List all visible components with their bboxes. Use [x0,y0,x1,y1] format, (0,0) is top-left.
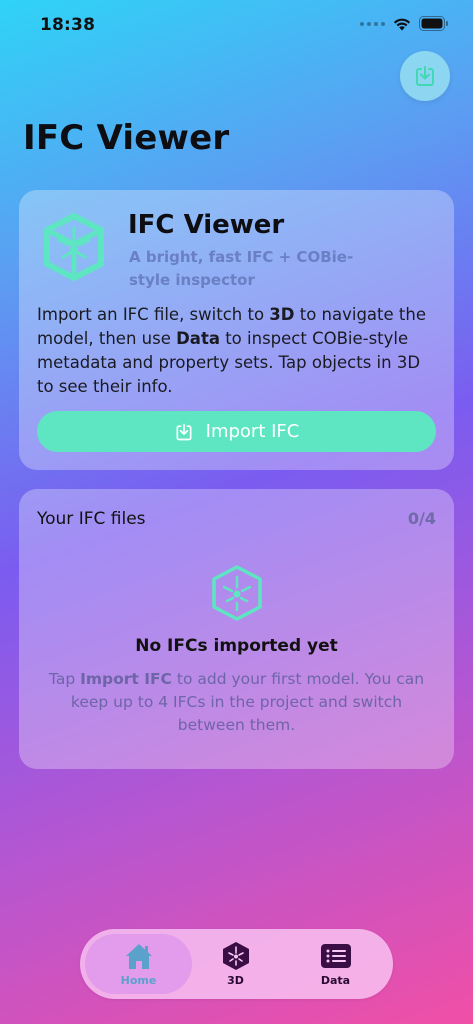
cellular-signal-icon [360,21,385,26]
download-button[interactable] [400,51,450,101]
status-time: 18:38 [40,15,96,35]
empty-state-description: Tap Import IFC to add your first model. … [48,670,425,734]
tab-data-label: Data [320,974,351,987]
tab-data[interactable]: Data [298,934,373,994]
empty-state-title: No IFCs imported yet [135,636,338,656]
battery-icon [419,16,448,31]
import-ifc-button[interactable]: Import IFC [37,411,436,452]
status-bar: 18:38 [0,0,473,54]
list-icon [320,944,351,968]
import-ifc-label: Import IFC [205,421,300,442]
tab-bar: Home 3D Data [80,929,393,999]
tab-3d[interactable]: 3D [198,934,273,994]
import-icon [176,423,192,440]
empty-cube-icon [212,565,262,621]
hero-subtitle: A bright, fast IFC + COBie-style inspect… [129,248,354,289]
hero-title: IFC Viewer [128,210,285,240]
tab-home-label: Home [120,974,157,987]
tab-home[interactable]: Home [85,934,192,994]
tab-3d-label: 3D [227,974,244,987]
house-icon [125,944,152,969]
files-card: Your IFC files 0/4 No IFCs imported yet … [19,489,454,769]
download-icon [416,66,434,86]
hero-description: Import an IFC file, switch to 3D to navi… [37,305,426,396]
hero-card: IFC Viewer A bright, fast IFC + COBie-st… [19,190,454,470]
page-title: IFC Viewer [23,118,230,158]
wifi-icon [393,18,411,30]
cube-icon [222,942,249,970]
ifc-logo-icon [44,213,104,281]
status-icons [360,16,449,31]
files-title: Your IFC files [37,509,146,529]
files-count: 0/4 [407,509,436,528]
